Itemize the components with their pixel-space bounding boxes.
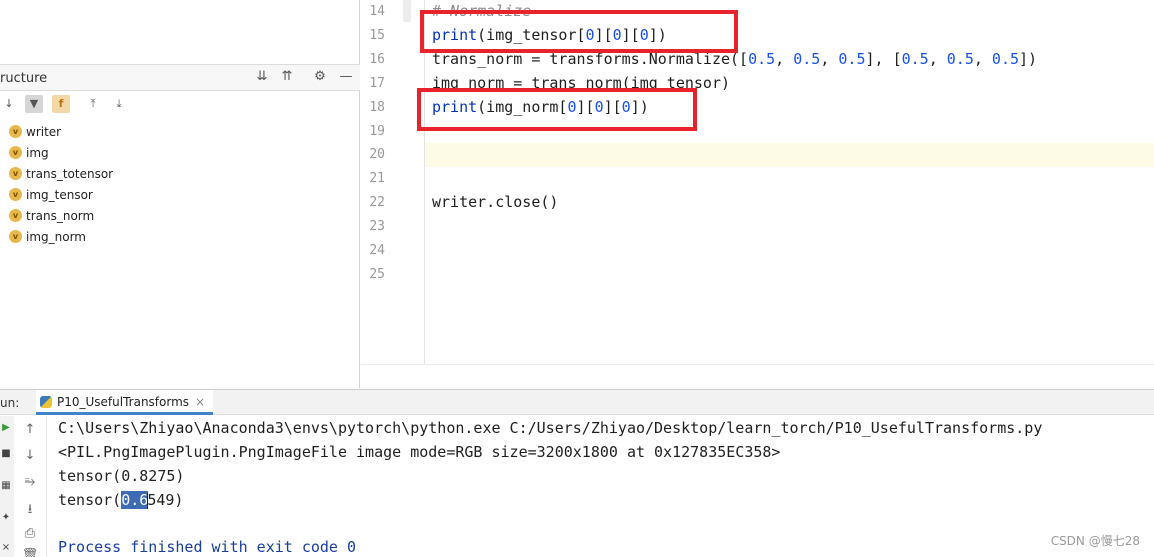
trash-icon[interactable]: 🗑	[15, 548, 45, 557]
tree-item-img[interactable]: v img	[0, 143, 360, 164]
console-command-line[interactable]: C:\Users\Zhiyao\Anaconda3\envs\pytorch\p…	[58, 419, 1042, 437]
console-output-line-2: tensor(0.6549)	[58, 491, 183, 509]
gutter-separator	[424, 0, 425, 364]
line-number: 23	[369, 219, 385, 234]
line-number: 24	[369, 243, 385, 258]
structure-title: ructure	[0, 71, 48, 86]
line-number: 17	[369, 76, 385, 91]
layout-icon[interactable]: ▦	[0, 480, 12, 491]
structure-panel: ructure ⇊ ⇈ ⚙ — ↓ ▼ f ⤒ ⤓ v writer v img v…	[0, 0, 360, 388]
console-exit-line: Process finished with exit code 0	[58, 538, 357, 556]
variable-icon: v	[9, 230, 22, 243]
output-suffix: 549)	[147, 491, 184, 509]
variable-icon: v	[9, 125, 22, 138]
structure-tree: v writer v img v trans_totensor v img_tensor…	[0, 122, 360, 248]
print-icon[interactable]: ⎙	[15, 526, 45, 541]
tree-item-img-norm[interactable]: v img_norm	[0, 227, 360, 248]
code-editor[interactable]: 14 15 16 17 18 19 20 21 22 23 24 25 # No…	[361, 0, 1154, 388]
run-tool-window-tabs: un: P10_UsefulTransforms ×	[0, 389, 1154, 415]
editor-bottom-strip	[361, 364, 1154, 388]
console-output[interactable]: C:\Users\Zhiyao\Anaconda3\envs\pytorch\p…	[48, 416, 1154, 557]
line-number: 21	[369, 171, 385, 186]
tree-item-label: img	[26, 146, 49, 160]
structure-toolbar: ↓ ▼ f ⤒ ⤓	[0, 92, 360, 118]
close-run-icon[interactable]: ×	[0, 542, 12, 553]
variable-icon: v	[9, 209, 22, 222]
pin-icon[interactable]: ✦	[0, 512, 12, 523]
variable-icon: v	[9, 146, 22, 159]
tree-item-label: img_tensor	[26, 188, 93, 202]
expand-all-icon[interactable]: ⇊	[254, 69, 270, 85]
fold-marker[interactable]	[403, 0, 411, 22]
run-tab[interactable]: P10_UsefulTransforms ×	[36, 390, 214, 415]
tree-item-img-tensor[interactable]: v img_tensor	[0, 185, 360, 206]
line-number: 25	[369, 267, 385, 282]
current-line-highlight	[361, 143, 1154, 167]
gear-icon[interactable]: ⚙	[312, 69, 328, 85]
structure-header: ructure ⇊ ⇈ ⚙ —	[0, 64, 360, 91]
scroll-to-end-icon[interactable]: ⭳	[15, 500, 45, 522]
collapse-all-icon[interactable]: ⇈	[279, 69, 295, 85]
output-prefix: tensor(	[58, 491, 122, 509]
line-number: 18	[369, 100, 385, 115]
close-icon[interactable]: ×	[195, 395, 205, 409]
rerun-icon[interactable]: ▶	[0, 422, 12, 433]
console-output-line-1: tensor(0.8275)	[58, 467, 185, 485]
code-line-22: writer.close()	[432, 193, 559, 211]
tree-item-label: writer	[26, 125, 62, 139]
run-side-toolbar: ↑ ↓ ⥱ ⭳ ⎙ 🗑	[15, 416, 47, 557]
line-number: 22	[369, 195, 385, 210]
stop-icon[interactable]: ■	[0, 448, 12, 459]
minimize-icon[interactable]: —	[338, 69, 354, 85]
python-file-icon	[40, 395, 52, 408]
console-pil-line: <PIL.PngImagePlugin.PngImageFile image m…	[58, 443, 781, 461]
filter-icon[interactable]: ▼	[25, 95, 43, 113]
tree-item-label: img_norm	[26, 230, 86, 244]
navigate-from-source-icon[interactable]: ⤒	[84, 95, 102, 113]
arrow-down-icon[interactable]: ↓	[15, 448, 45, 463]
line-number: 16	[369, 52, 385, 67]
tree-item-trans-totensor[interactable]: v trans_totensor	[0, 164, 360, 185]
soft-wrap-icon[interactable]: ⥱	[15, 474, 45, 489]
line-number: 20	[369, 147, 385, 162]
watermark: CSDN @慢七28	[1050, 534, 1140, 548]
selected-text[interactable]: 0.6	[121, 491, 149, 509]
tree-item-label: trans_totensor	[26, 167, 114, 181]
run-label: un:	[0, 396, 20, 410]
arrow-up-icon[interactable]: ↑	[15, 422, 45, 437]
tree-item-trans-norm[interactable]: v trans_norm	[0, 206, 360, 227]
line-number: 15	[369, 28, 385, 43]
tree-item-label: trans_norm	[26, 209, 95, 223]
line-number: 14	[369, 4, 385, 19]
run-tab-label: P10_UsefulTransforms	[57, 395, 190, 409]
red-highlight-box-line-15	[420, 10, 738, 53]
red-highlight-box-line-18	[417, 88, 697, 131]
variable-icon: v	[9, 188, 22, 201]
line-number-gutter: 14 15 16 17 18 19 20 21 22 23 24 25	[361, 0, 425, 388]
navigate-to-source-icon[interactable]: ⤓	[110, 95, 128, 113]
run-left-strip: ▶ ■ ▦ ✦ ×	[0, 416, 14, 557]
variable-icon: v	[9, 167, 22, 180]
sort-alpha-icon[interactable]: ↓	[0, 95, 18, 113]
show-fields-icon[interactable]: f	[52, 95, 70, 113]
line-number: 19	[369, 124, 385, 139]
tree-item-writer[interactable]: v writer	[0, 122, 360, 143]
